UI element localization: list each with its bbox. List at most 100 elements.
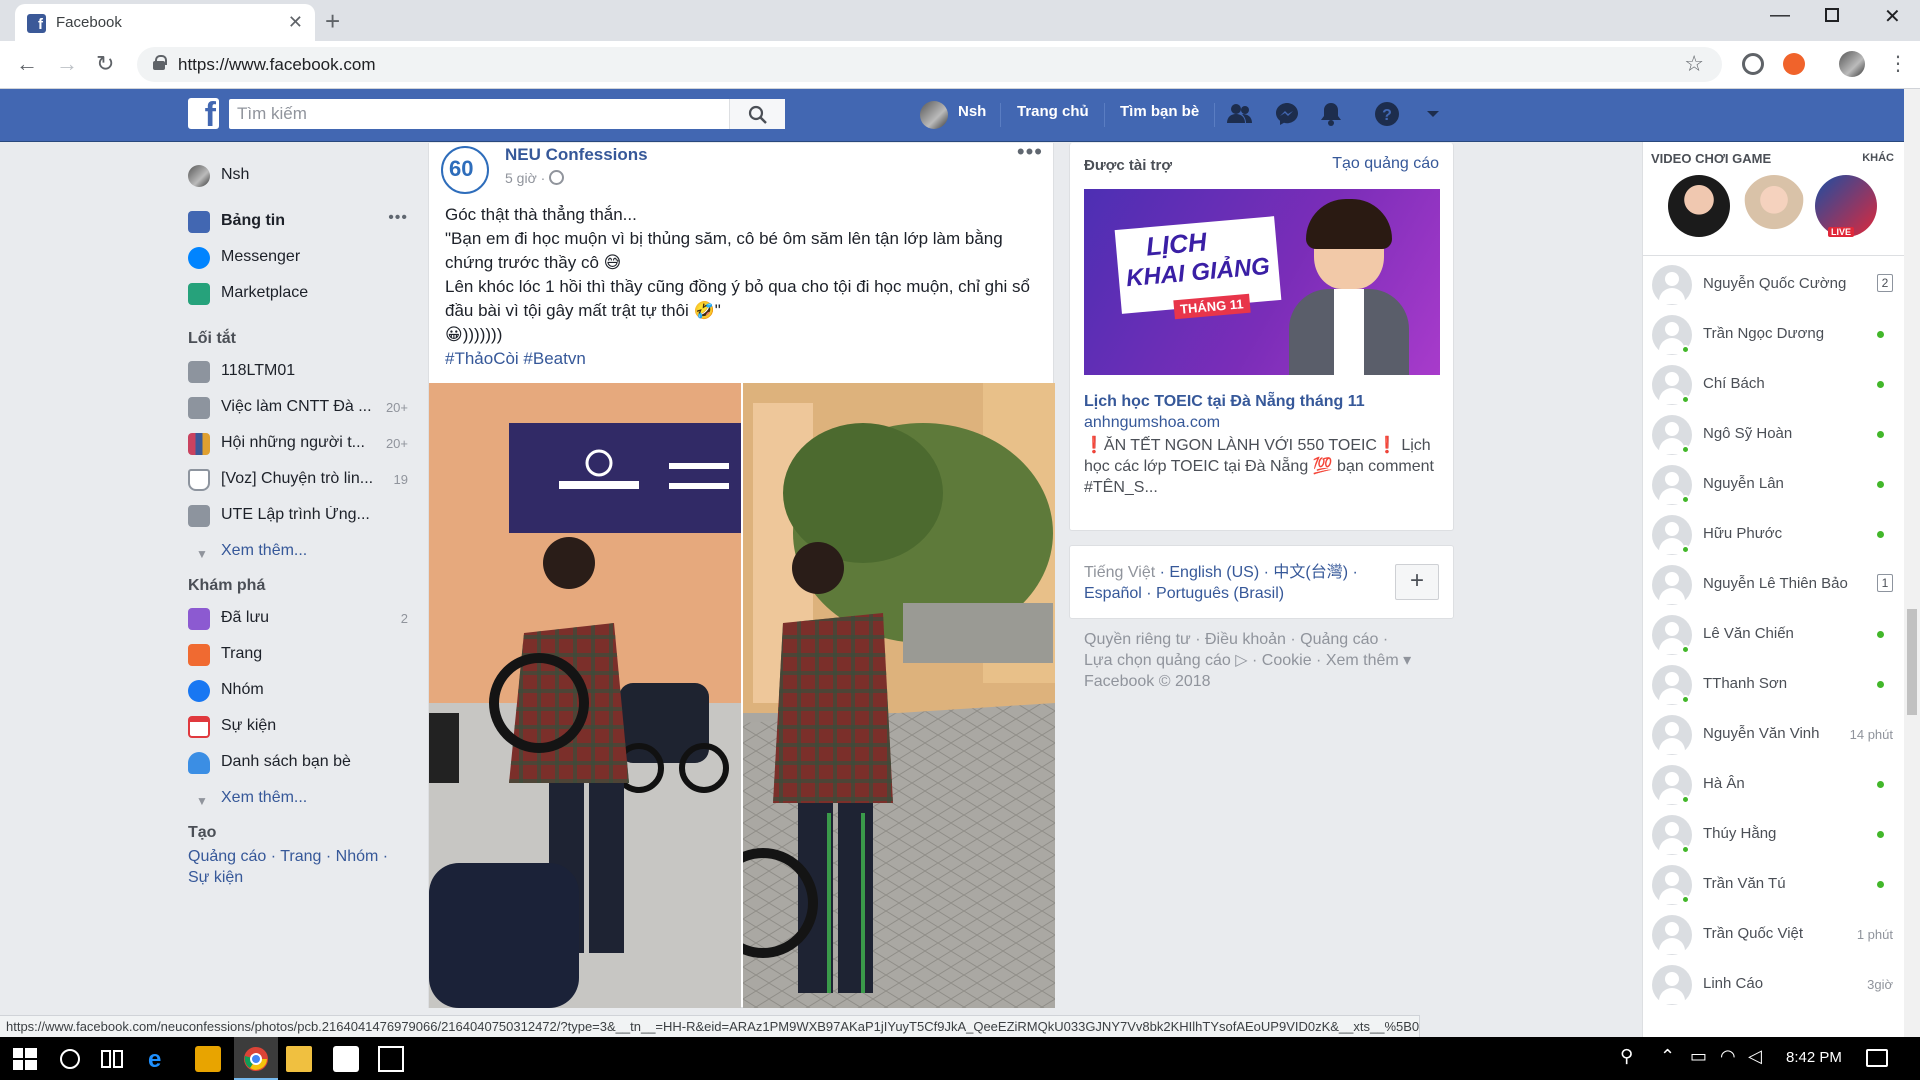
chat-contact[interactable]: Nguyễn Lân — [1643, 460, 1905, 510]
page-avatar[interactable]: 60 — [441, 146, 489, 194]
footer-links[interactable]: Quyền riêng tư · Điều khoản · Quảng cáo … — [1084, 629, 1454, 650]
extension-icon[interactable] — [1783, 53, 1805, 75]
menu-icon[interactable]: ⋮ — [1888, 51, 1908, 76]
browser-tab[interactable]: f Facebook ✕ — [15, 4, 315, 41]
sidebar-item-messenger[interactable]: Messenger — [184, 242, 414, 272]
friend-requests-icon[interactable] — [1227, 101, 1253, 127]
post-photo[interactable] — [743, 383, 1055, 1008]
chat-contact[interactable]: Hà Ân — [1643, 760, 1905, 810]
notifications-bell-icon[interactable] — [1318, 101, 1344, 127]
task-view-icon[interactable] — [99, 1046, 125, 1072]
ad-image[interactable]: LỊCH KHAI GIẢNG THÁNG 11 — [1084, 189, 1440, 375]
messenger-icon[interactable] — [1274, 101, 1300, 127]
user-avatar[interactable] — [920, 101, 948, 129]
back-icon[interactable]: ← — [16, 51, 38, 77]
people-icon[interactable]: ⚲ — [1620, 1046, 1646, 1072]
language-link[interactable]: English (US) — [1169, 564, 1259, 581]
bookmark-star-icon[interactable]: ☆ — [1684, 51, 1704, 77]
chat-contact[interactable]: Nguyễn Quốc Cường 2 — [1643, 260, 1905, 310]
chrome-taskbar-button[interactable] — [234, 1037, 278, 1080]
sidebar-item-shortcut[interactable]: UTE Lập trình Ứng... — [184, 500, 414, 530]
post-timestamp[interactable]: 5 giờ · — [505, 170, 545, 186]
game-stream-avatar[interactable] — [1668, 175, 1730, 237]
chat-contact[interactable]: Chí Bách — [1643, 360, 1905, 410]
taskbar-clock[interactable]: 8:42 PM — [1786, 1049, 1842, 1066]
language-link[interactable]: Español — [1084, 585, 1142, 602]
chat-contact[interactable]: Hữu Phước — [1643, 510, 1905, 560]
sidebar-item-shortcut[interactable]: [Voz] Chuyện trò lin... 19 — [184, 464, 414, 494]
chat-contact[interactable]: Trần Quốc Việt 1 phút — [1643, 910, 1905, 960]
sidebar-item-friend-lists[interactable]: Danh sách bạn bè — [184, 747, 414, 777]
hashtags[interactable]: #ThảoCòi #Beatvn — [445, 347, 1041, 371]
reload-icon[interactable]: ↻ — [96, 51, 114, 77]
extension-icon[interactable] — [1742, 53, 1764, 75]
forward-icon[interactable]: → — [56, 51, 78, 77]
find-friends-link[interactable]: Tìm bạn bè — [1120, 103, 1199, 120]
game-videos-more-link[interactable]: KHÁC — [1862, 152, 1894, 164]
chat-contact[interactable]: Nguyễn Lê Thiên Bảo 1 — [1643, 560, 1905, 610]
game-stream-avatar[interactable] — [1743, 175, 1805, 237]
chat-contact[interactable]: Ngô Sỹ Hoàn — [1643, 410, 1905, 460]
chat-contact[interactable]: Thúy Hằng — [1643, 810, 1905, 860]
sidebar-item-marketplace[interactable]: Marketplace — [184, 278, 414, 308]
minimize-icon[interactable]: — — [1770, 4, 1790, 27]
network-icon[interactable]: ◠ — [1720, 1046, 1746, 1072]
url-text[interactable]: https://www.facebook.com — [178, 55, 375, 75]
sidebar-item-shortcut[interactable]: Việc làm CNTT Đà ... 20+ — [184, 392, 414, 422]
window-close-icon[interactable]: ✕ — [1884, 4, 1901, 29]
footer-links[interactable]: Lựa chọn quảng cáo ▷ · Cookie · Xem thêm… — [1084, 650, 1454, 671]
action-center-icon[interactable] — [1866, 1049, 1888, 1067]
help-icon[interactable]: ? — [1374, 101, 1400, 127]
sidebar-item-events[interactable]: Sự kiện — [184, 711, 414, 741]
volume-icon[interactable]: ◁ — [1748, 1046, 1774, 1072]
new-tab-icon[interactable]: + — [325, 6, 340, 37]
language-link[interactable]: Português (Brasil) — [1156, 585, 1284, 602]
chat-contact[interactable]: TThanh Sơn — [1643, 660, 1905, 710]
language-link[interactable]: 中文(台灣) — [1273, 564, 1348, 581]
chat-contact[interactable]: Lê Văn Chiến — [1643, 610, 1905, 660]
sidebar-item-saved[interactable]: Đã lưu 2 — [184, 603, 414, 633]
sidebar-item-shortcut[interactable]: Hội những người t... 20+ — [184, 428, 414, 458]
ad-domain-link[interactable]: anhngumshoa.com — [1084, 414, 1220, 432]
sidebar-item-shortcut[interactable]: 118LTM01 — [184, 356, 414, 386]
tab-close-icon[interactable]: ✕ — [288, 12, 303, 33]
profile-avatar[interactable] — [1839, 51, 1865, 77]
account-menu-chevron-down-icon[interactable] — [1420, 101, 1446, 127]
create-links[interactable]: Quảng cáo · Trang · Nhóm · Sự kiện — [188, 846, 408, 888]
lock-icon[interactable] — [153, 55, 167, 70]
add-language-button[interactable]: + — [1395, 564, 1439, 600]
search-button[interactable] — [729, 99, 785, 129]
search-input[interactable] — [229, 99, 729, 129]
maximize-icon[interactable] — [1825, 8, 1839, 22]
battery-icon[interactable]: ▭ — [1690, 1046, 1716, 1072]
chat-contact[interactable]: Trần Ngọc Dương — [1643, 310, 1905, 360]
scrollbar-thumb[interactable] — [1907, 609, 1917, 715]
windows-start-icon[interactable] — [12, 1046, 38, 1072]
sidebar-item-groups[interactable]: Nhóm — [184, 675, 414, 705]
mail-icon[interactable] — [378, 1046, 404, 1072]
see-more-shortcuts-link[interactable]: Xem thêm... — [221, 542, 307, 560]
address-bar[interactable]: https://www.facebook.com ☆ — [137, 47, 1722, 82]
post-photo[interactable] — [429, 383, 741, 1008]
home-link[interactable]: Trang chủ — [1017, 103, 1089, 120]
page-scrollbar[interactable] — [1904, 89, 1920, 1037]
ad-title-link[interactable]: Lịch học TOEIC tại Đà Nẵng tháng 11 — [1084, 393, 1365, 411]
chat-contact[interactable]: Trần Văn Tú — [1643, 860, 1905, 910]
edge-browser-icon[interactable]: e — [148, 1046, 174, 1073]
sidebar-item-profile[interactable]: Nsh — [184, 160, 414, 190]
store-bag-icon[interactable] — [333, 1046, 359, 1072]
see-more-explore-link[interactable]: Xem thêm... — [221, 789, 307, 807]
sidebar-item-newsfeed[interactable]: Bảng tin ••• — [184, 206, 414, 236]
post-options-icon[interactable]: ••• — [1017, 139, 1043, 165]
more-options-icon[interactable]: ••• — [388, 209, 408, 227]
chat-contact[interactable]: Linh Cáo 3giờ — [1643, 960, 1905, 1010]
chat-contact[interactable]: Nguyễn Văn Vinh 14 phút — [1643, 710, 1905, 760]
create-ad-link[interactable]: Tạo quảng cáo — [1332, 155, 1439, 173]
cortana-icon[interactable] — [57, 1046, 83, 1072]
file-explorer-icon[interactable] — [286, 1046, 312, 1072]
show-hidden-icons-chevron-up-icon[interactable]: ⌃ — [1660, 1046, 1686, 1072]
profile-link[interactable]: Nsh — [958, 103, 986, 120]
store-app-icon[interactable] — [195, 1046, 221, 1072]
sidebar-item-pages[interactable]: Trang — [184, 639, 414, 669]
facebook-logo-icon[interactable]: f — [188, 98, 219, 129]
